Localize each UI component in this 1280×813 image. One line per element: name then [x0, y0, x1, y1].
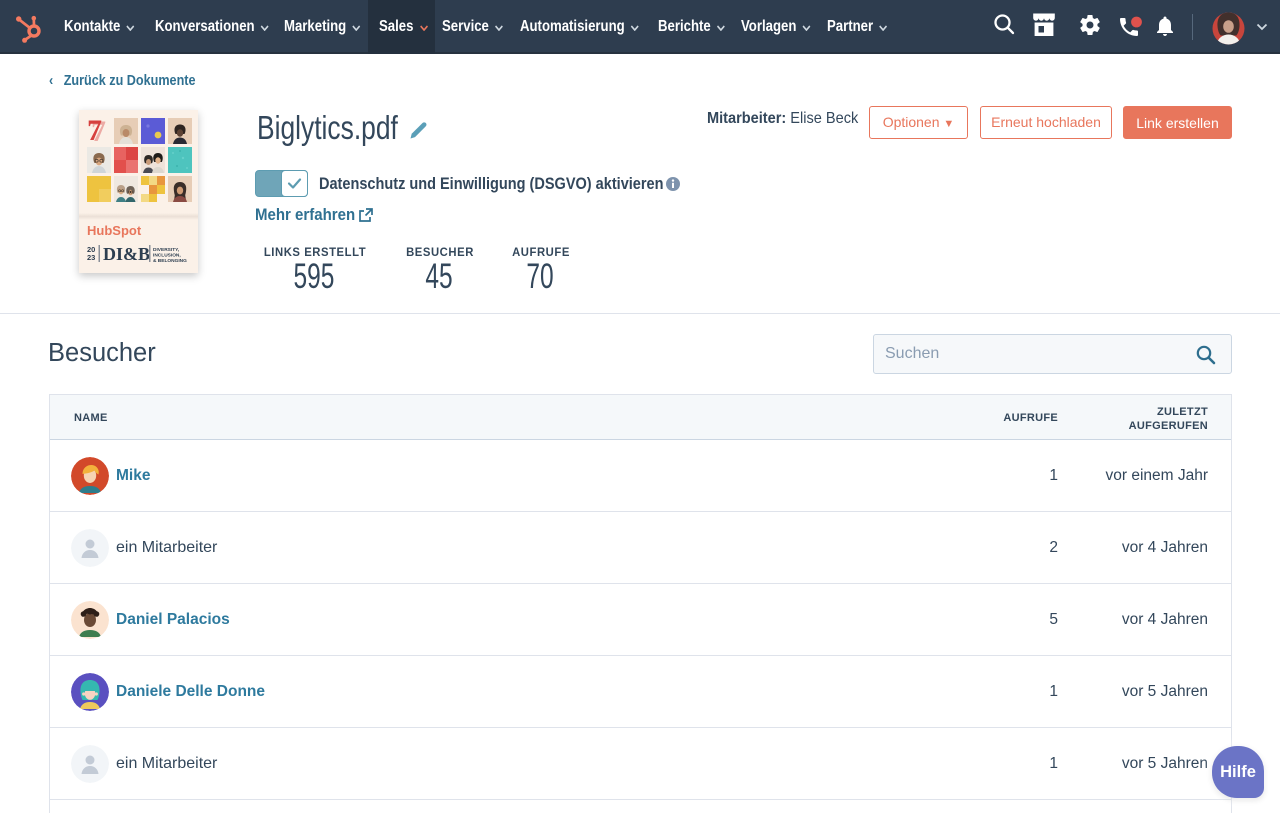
svg-text:& BELONGING: & BELONGING [153, 258, 187, 264]
svg-text:INCLUSION,: INCLUSION, [153, 253, 181, 259]
svg-text:DIVERSITY,: DIVERSITY, [153, 247, 180, 253]
svg-text:DI&B: DI&B [103, 244, 150, 264]
svg-text:23: 23 [87, 253, 95, 262]
